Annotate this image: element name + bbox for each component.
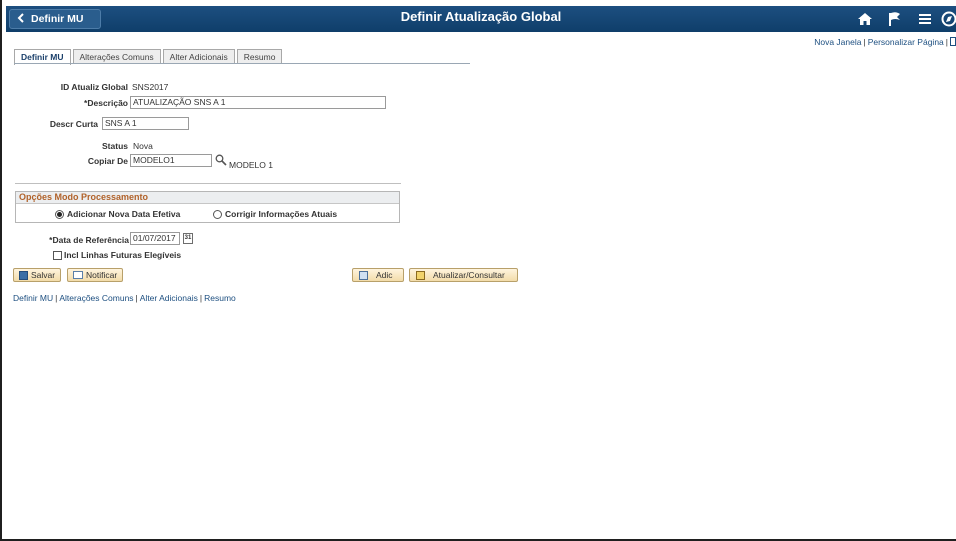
tab-resumo[interactable]: Resumo xyxy=(236,49,283,64)
processing-options-group: Opções Modo Processamento Adicionar Nova… xyxy=(15,191,400,223)
copy-from-description: MODELO 1 xyxy=(229,160,273,170)
navigator-icon[interactable] xyxy=(940,11,956,27)
new-window-link[interactable]: Nova Janela xyxy=(814,37,861,47)
save-button-label: Salvar xyxy=(31,270,56,280)
status-value: Nova xyxy=(133,141,153,151)
page-title: Definir Atualização Global xyxy=(400,9,562,24)
flag-icon[interactable] xyxy=(880,11,910,27)
link-alter-adicionais[interactable]: Alter Adicionais xyxy=(140,293,198,303)
top-banner: Definir MU Definir Atualização Global xyxy=(6,6,956,32)
notify-icon xyxy=(73,271,83,279)
link-resumo[interactable]: Resumo xyxy=(204,293,236,303)
add-button[interactable]: Adic xyxy=(352,268,404,282)
link-definir-mu[interactable]: Definir MU xyxy=(13,293,53,303)
help-icon[interactable] xyxy=(950,37,956,46)
add-button-label: Adic xyxy=(376,270,393,280)
update-display-button[interactable]: Atualizar/Consultar xyxy=(409,268,518,282)
home-icon[interactable] xyxy=(850,12,880,26)
description-label: *Descrição xyxy=(84,98,128,108)
tab-alter-adicionais[interactable]: Alter Adicionais xyxy=(162,49,235,64)
save-button[interactable]: Salvar xyxy=(13,268,62,282)
tab-alteracoes-comuns[interactable]: Alterações Comuns xyxy=(72,49,161,64)
window-left-border xyxy=(0,0,2,541)
tab-underline xyxy=(14,63,470,64)
section-divider xyxy=(15,183,401,184)
status-label: Status xyxy=(102,141,128,151)
radio-add-label: Adicionar Nova Data Efetiva xyxy=(67,209,181,219)
checkbox-box xyxy=(53,250,62,260)
copy-from-label: Copiar De xyxy=(87,156,128,166)
menu-icon[interactable] xyxy=(910,13,940,25)
radio-add-new-effective-date[interactable]: Adicionar Nova Data Efetiva xyxy=(55,209,180,219)
personalize-page-link[interactable]: Personalizar Página xyxy=(868,37,944,47)
id-label: ID Atualiz Global xyxy=(60,82,128,92)
page-links: Nova Janela | Personalizar Página | xyxy=(814,37,956,47)
include-future-rows-label: Incl Linhas Futuras Elegíveis xyxy=(64,250,182,260)
add-row-icon xyxy=(359,270,368,280)
radio-correct-label: Corrigir Informações Atuais xyxy=(225,209,338,219)
notify-button[interactable]: Notificar xyxy=(67,268,124,282)
reference-date-input[interactable]: 01/07/2017 xyxy=(130,232,180,245)
save-icon xyxy=(19,270,28,280)
bottom-navigation-links: Definir MU | Alterações Comuns | Alter Adici… xyxy=(13,293,236,303)
radio-selected-icon xyxy=(55,209,64,219)
id-value: SNS2017 xyxy=(132,82,169,92)
short-description-input[interactable]: SNS A 1 xyxy=(102,117,189,130)
radio-correct-current-info[interactable]: Corrigir Informações Atuais xyxy=(213,209,337,219)
calendar-icon[interactable]: 31 xyxy=(183,233,193,244)
tab-strip: Definir MU Alterações Comuns Alter Adici… xyxy=(14,49,284,65)
lookup-icon[interactable] xyxy=(215,154,227,168)
include-future-rows-checkbox[interactable]: Incl Linhas Futuras Elegíveis xyxy=(53,250,181,260)
copy-from-input[interactable]: MODELO1 xyxy=(130,154,212,167)
update-display-button-label: Atualizar/Consultar xyxy=(433,270,505,280)
link-alteracoes-comuns[interactable]: Alterações Comuns xyxy=(59,293,133,303)
radio-unselected-icon xyxy=(213,209,222,219)
reference-date-label: *Data de Referência xyxy=(49,235,129,245)
processing-options-title: Opções Modo Processamento xyxy=(16,192,399,204)
notify-button-label: Notificar xyxy=(86,270,118,280)
short-description-label: Descr Curta xyxy=(49,119,98,129)
update-display-icon xyxy=(416,270,425,280)
description-input[interactable]: ATUALIZAÇÃO SNS A 1 xyxy=(130,96,386,109)
